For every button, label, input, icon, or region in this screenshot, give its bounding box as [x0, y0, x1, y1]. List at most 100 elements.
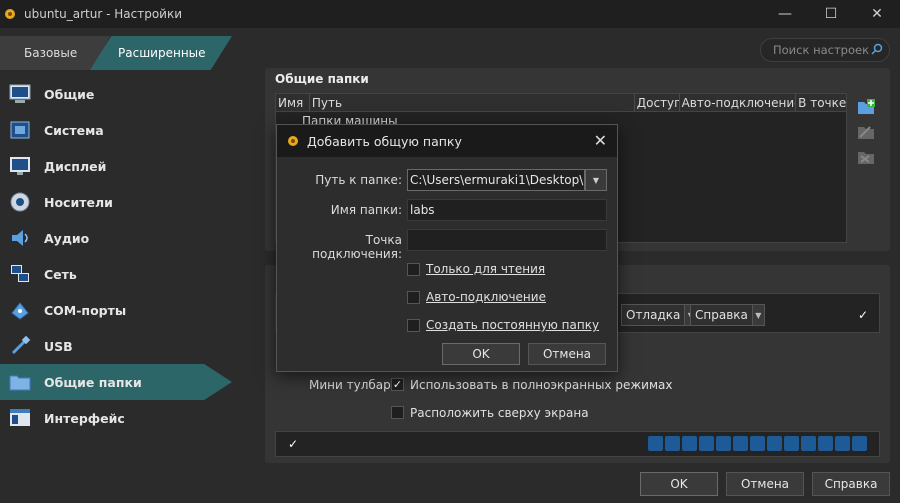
sidebar-item-serial[interactable]: COM-порты	[0, 292, 232, 328]
menu-help-combo[interactable]: Справка ▼	[690, 304, 765, 326]
permanent-checkbox[interactable]	[407, 319, 420, 332]
sidebar-item-storage[interactable]: Носители	[0, 184, 232, 220]
display-icon[interactable]	[767, 436, 782, 451]
network-icon	[8, 262, 32, 286]
status-bar-editor: ✓	[275, 431, 880, 457]
table-toolbar	[857, 98, 877, 173]
status-bar-enabled-check-icon[interactable]: ✓	[288, 437, 298, 451]
column-header[interactable]: В точке	[796, 94, 846, 111]
sidebar-item-label: Носители	[44, 194, 113, 210]
sidebar-item-label: Система	[44, 122, 104, 138]
keyboard-icon[interactable]	[852, 436, 867, 451]
sidebar-item-label: COM-порты	[44, 302, 127, 318]
sidebar-item-display[interactable]: Дисплей	[0, 148, 232, 184]
sidebar-item-label: Сеть	[44, 266, 77, 282]
status-bar-icons	[648, 436, 867, 451]
sidebar-item-general[interactable]: Общие	[0, 76, 232, 112]
folder-path-field[interactable]: C:\Users\ermuraki1\Desktop\labs	[407, 169, 585, 191]
mouse-icon[interactable]	[835, 436, 850, 451]
column-header[interactable]: Авто-подключение	[680, 94, 797, 111]
tab-advanced[interactable]: Расширенные	[90, 36, 232, 70]
sidebar-item-interface[interactable]: Интерфейс	[0, 400, 232, 436]
close-window-button[interactable]: ✕	[854, 0, 900, 28]
display-icon	[8, 154, 32, 178]
storage-icon	[8, 190, 32, 214]
recording-icon[interactable]	[784, 436, 799, 451]
automount-checkbox[interactable]	[407, 291, 420, 304]
usb-icon	[8, 334, 32, 358]
menu-help-label: Справка	[695, 308, 748, 322]
audio-icon[interactable]	[699, 436, 714, 451]
sidebar-item-label: Дисплей	[44, 158, 107, 174]
column-header[interactable]: Имя	[276, 94, 310, 111]
dialog-cancel-button[interactable]: Отмена	[528, 343, 606, 365]
close-icon[interactable]: ✕	[594, 131, 607, 150]
shared-folder-icon[interactable]	[750, 436, 765, 451]
sidebar-item-label: Интерфейс	[44, 410, 125, 426]
sidebar-item-shared-folders[interactable]: Общие папки	[0, 364, 232, 400]
dialog-title-bar: Добавить общую папку ✕	[277, 125, 617, 157]
folder-name-label: Имя папки:	[330, 203, 402, 217]
search-input[interactable]: Поиск настроек	[760, 38, 890, 62]
add-folder-icon[interactable]	[857, 98, 875, 116]
title-bar: ubuntu_artur - Настройки — ☐ ✕	[0, 0, 900, 28]
top-of-screen-label: Расположить сверху экрана	[410, 406, 589, 420]
sidebar-item-audio[interactable]: Аудио	[0, 220, 232, 256]
use-fullscreen-checkbox[interactable]: ✓	[391, 378, 404, 391]
help-button[interactable]: Справка	[812, 472, 890, 496]
mini-toolbar-label: Мини тулбар:	[309, 378, 395, 392]
floppy-icon[interactable]	[682, 436, 697, 451]
mount-point-label: Точка подключения:	[312, 233, 402, 261]
ok-button[interactable]: OK	[640, 472, 718, 496]
optical-disk-icon[interactable]	[665, 436, 680, 451]
folder-path-label: Путь к папке:	[315, 173, 402, 187]
usb-icon[interactable]	[733, 436, 748, 451]
top-of-screen-checkbox[interactable]	[391, 406, 404, 419]
use-fullscreen-label: Использовать в полноэкранных режимах	[410, 378, 673, 392]
edit-folder-icon[interactable]	[857, 123, 875, 141]
system-icon	[8, 118, 32, 142]
mode-bar: Базовые Расширенные Поиск настроек	[0, 36, 900, 70]
remove-folder-icon[interactable]	[857, 148, 875, 166]
mount-point-field[interactable]	[407, 229, 607, 251]
readonly-checkbox[interactable]	[407, 263, 420, 276]
maximize-button[interactable]: ☐	[808, 0, 854, 28]
add-shared-folder-dialog: Добавить общую папку ✕ Путь к папке: C:\…	[276, 124, 618, 372]
menu-debug-combo[interactable]: Отладка ▼	[621, 304, 698, 326]
dialog-ok-button[interactable]: OK	[442, 343, 520, 365]
interface-icon	[8, 406, 32, 430]
network-icon[interactable]	[716, 436, 731, 451]
sidebar-item-usb[interactable]: USB	[0, 328, 232, 364]
cancel-button[interactable]: Отмена	[726, 472, 804, 496]
shared-folders-legend: Общие папки	[275, 72, 369, 86]
sidebar-item-label: USB	[44, 338, 73, 354]
shared-folder-icon	[8, 370, 32, 394]
search-icon	[871, 43, 883, 58]
virtualization-icon[interactable]	[818, 436, 833, 451]
hard-disk-icon[interactable]	[648, 436, 663, 451]
chevron-down-icon: ▼	[751, 305, 764, 325]
column-header[interactable]: Доступ	[635, 94, 680, 111]
automount-label: Авто-подключение	[426, 290, 546, 304]
chevron-down-icon[interactable]: ▼	[585, 169, 607, 191]
sidebar-item-label: Аудио	[44, 230, 90, 246]
column-header[interactable]: Путь	[310, 94, 635, 111]
folder-name-field[interactable]: labs	[407, 199, 607, 221]
dialog-title: Добавить общую папку	[307, 133, 462, 149]
menu-debug-label: Отладка	[626, 308, 681, 322]
audio-icon	[8, 226, 32, 250]
minimize-button[interactable]: —	[762, 0, 808, 28]
settings-sidebar: Общие Система Дисплей Носители Аудио Сет…	[0, 76, 232, 436]
virtualbox-gear-icon	[285, 133, 301, 149]
sidebar-item-network[interactable]: Сеть	[0, 256, 232, 292]
general-icon	[8, 82, 32, 106]
sidebar-item-system[interactable]: Система	[0, 112, 232, 148]
cpu-icon[interactable]	[801, 436, 816, 451]
window-title: ubuntu_artur - Настройки	[24, 7, 183, 21]
serial-icon	[8, 298, 32, 322]
menu-bar-enabled-check-icon[interactable]: ✓	[858, 308, 868, 322]
sidebar-item-label: Общие	[44, 86, 95, 102]
search-placeholder: Поиск настроек	[773, 43, 870, 57]
readonly-label: Только для чтения	[426, 262, 546, 276]
virtualbox-gear-icon	[2, 6, 18, 22]
